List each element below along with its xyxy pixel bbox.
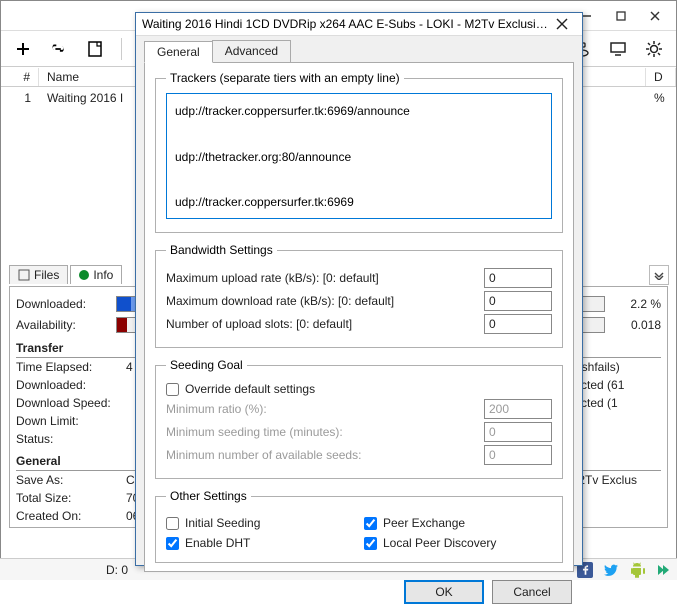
col-num[interactable]: # xyxy=(1,68,39,86)
tab-files[interactable]: Files xyxy=(9,265,68,284)
download-speed-k: Download Speed: xyxy=(16,396,126,410)
display-icon[interactable] xyxy=(604,35,632,63)
peer-exchange-checkbox[interactable] xyxy=(364,517,377,530)
settings-button[interactable] xyxy=(640,35,668,63)
upload-slots-label: Number of upload slots: [0: default] xyxy=(166,317,484,331)
info-icon xyxy=(79,270,89,280)
local-discovery-checkbox[interactable] xyxy=(364,537,377,550)
down-limit-k: Down Limit: xyxy=(16,414,126,428)
dialog-content: Trackers (separate tiers with an empty l… xyxy=(144,63,574,572)
min-seed-time-label: Minimum seeding time (minutes): xyxy=(166,425,484,439)
maximize-button[interactable] xyxy=(604,5,638,27)
enable-dht-check[interactable]: Enable DHT xyxy=(166,536,354,550)
peer-exchange-check[interactable]: Peer Exchange xyxy=(364,516,552,530)
dialog-title: Waiting 2016 Hindi 1CD DVDRip x264 AAC E… xyxy=(142,17,548,31)
created-on-k: Created On: xyxy=(16,509,126,523)
other-settings-legend: Other Settings xyxy=(166,489,251,503)
enable-dht-checkbox[interactable] xyxy=(166,537,179,550)
tab-info-label: Info xyxy=(93,268,113,282)
min-ratio-input xyxy=(484,399,552,419)
main-close-button[interactable] xyxy=(638,5,672,27)
trackers-textarea[interactable] xyxy=(166,93,552,219)
forward-icon[interactable] xyxy=(655,562,671,578)
android-icon[interactable] xyxy=(629,562,645,578)
max-download-label: Maximum download rate (kB/s): [0: defaul… xyxy=(166,294,484,308)
initial-seeding-checkbox[interactable] xyxy=(166,517,179,530)
status-d: D: 0 xyxy=(106,563,128,577)
availability-val: 0.018 xyxy=(605,318,661,332)
bandwidth-legend: Bandwidth Settings xyxy=(166,243,277,257)
override-checkbox[interactable] xyxy=(166,383,179,396)
override-defaults-check[interactable]: Override default settings xyxy=(166,382,552,396)
availability-label: Availability: xyxy=(16,318,116,332)
toolbar-separator xyxy=(121,38,122,60)
initial-seeding-label: Initial Seeding xyxy=(185,516,260,530)
dialog-tab-advanced[interactable]: Advanced xyxy=(212,40,291,62)
peer-exchange-label: Peer Exchange xyxy=(383,516,465,530)
max-download-input[interactable] xyxy=(484,291,552,311)
trackers-group: Trackers (separate tiers with an empty l… xyxy=(155,71,563,233)
cancel-button[interactable]: Cancel xyxy=(492,580,572,604)
row-num: 1 xyxy=(1,89,39,107)
downloaded-label: Downloaded: xyxy=(16,297,116,311)
max-upload-input[interactable] xyxy=(484,268,552,288)
create-torrent-button[interactable] xyxy=(81,35,109,63)
ok-button[interactable]: OK xyxy=(404,580,484,604)
min-ratio-label: Minimum ratio (%): xyxy=(166,402,484,416)
min-seeds-input xyxy=(484,445,552,465)
downloaded-pct: 2.2 % xyxy=(605,297,661,311)
seeding-goal-group: Seeding Goal Override default settings M… xyxy=(155,358,563,479)
tab-info[interactable]: Info xyxy=(70,265,122,284)
max-upload-label: Maximum upload rate (kB/s): [0: default] xyxy=(166,271,484,285)
row-pct: % xyxy=(646,89,676,107)
tab-files-label: Files xyxy=(34,268,59,282)
dialog-body: General Advanced Trackers (separate tier… xyxy=(136,36,582,614)
dialog-tabs: General Advanced xyxy=(144,40,574,63)
local-discovery-check[interactable]: Local Peer Discovery xyxy=(364,536,552,550)
enable-dht-label: Enable DHT xyxy=(185,536,250,550)
upload-slots-input[interactable] xyxy=(484,314,552,334)
total-size-k: Total Size: xyxy=(16,491,126,505)
time-elapsed-k: Time Elapsed: xyxy=(16,360,126,374)
downloaded-k: Downloaded: xyxy=(16,378,126,392)
torrent-properties-dialog: Waiting 2016 Hindi 1CD DVDRip x264 AAC E… xyxy=(135,12,583,566)
override-label: Override default settings xyxy=(185,382,315,396)
col-d[interactable]: D xyxy=(646,68,676,86)
trackers-legend: Trackers (separate tiers with an empty l… xyxy=(166,71,404,85)
dialog-buttons: OK Cancel xyxy=(144,572,574,608)
dialog-close-button[interactable] xyxy=(548,13,576,35)
dialog-tab-general[interactable]: General xyxy=(144,41,213,63)
tabs-expand-button[interactable] xyxy=(649,265,669,285)
bandwidth-group: Bandwidth Settings Maximum upload rate (… xyxy=(155,243,563,348)
initial-seeding-check[interactable]: Initial Seeding xyxy=(166,516,354,530)
save-as-k: Save As: xyxy=(16,473,126,487)
local-discovery-label: Local Peer Discovery xyxy=(383,536,496,550)
dialog-titlebar[interactable]: Waiting 2016 Hindi 1CD DVDRip x264 AAC E… xyxy=(136,13,582,36)
min-seed-time-input xyxy=(484,422,552,442)
seeding-goal-legend: Seeding Goal xyxy=(166,358,247,372)
add-torrent-button[interactable] xyxy=(9,35,37,63)
add-link-button[interactable] xyxy=(45,35,73,63)
status-k: Status: xyxy=(16,432,126,446)
min-seeds-label: Minimum number of available seeds: xyxy=(166,448,484,462)
other-settings-group: Other Settings Initial Seeding Peer Exch… xyxy=(155,489,563,563)
twitter-icon[interactable] xyxy=(603,562,619,578)
